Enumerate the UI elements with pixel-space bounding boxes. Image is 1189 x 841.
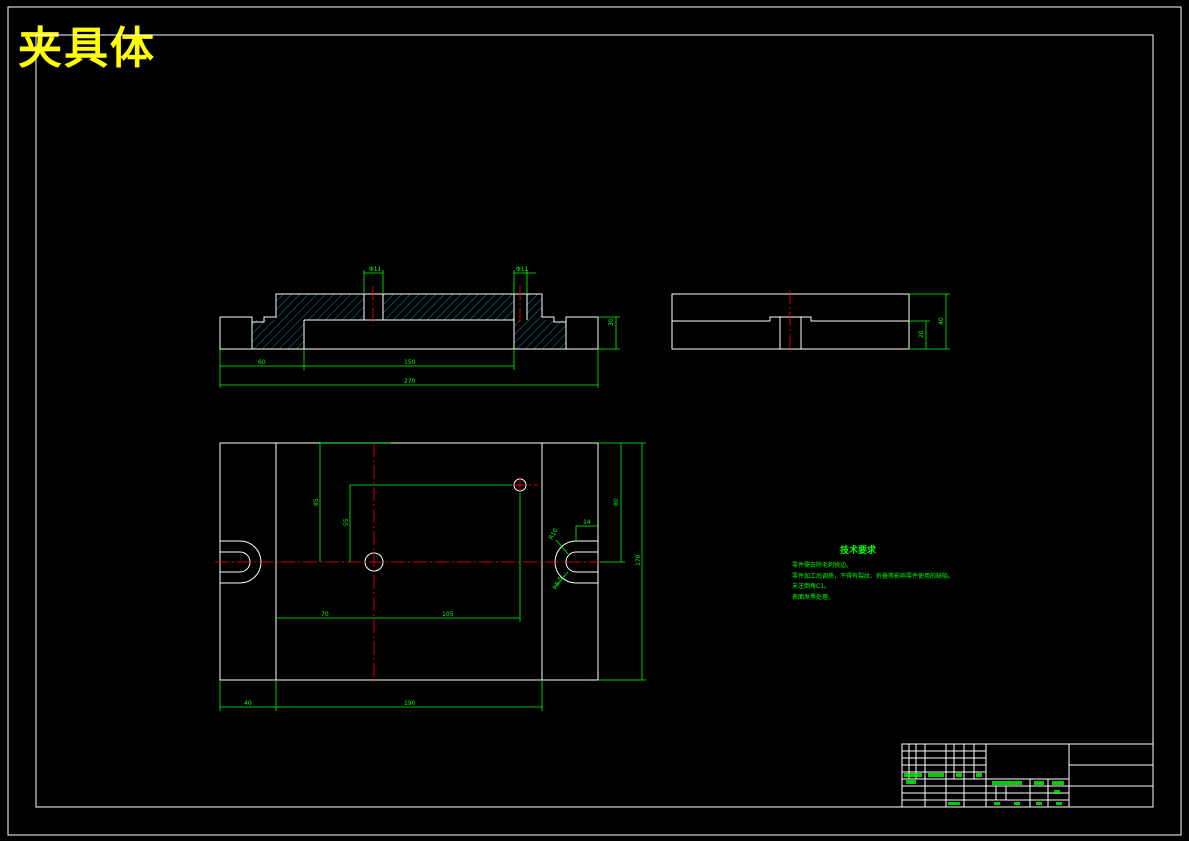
front-view: Φ11 Φ11 60 150 270 30 <box>219 266 620 388</box>
tech-line-2: 零件加工后调质，不得有裂纹、折叠等影响零件使用的缺陷。 <box>792 572 954 580</box>
dim-right-height: 30 <box>608 318 615 326</box>
tech-line-3: 未注倒角C1。 <box>792 582 830 590</box>
tech-heading: 技术要求 <box>840 544 877 556</box>
tech-line-1: 零件需去除毛刺锐边。 <box>792 561 852 569</box>
dim-bottom-left: 40 <box>244 700 252 707</box>
dim-hole-left: Φ11 <box>369 266 382 273</box>
dim-hor-a: 70 <box>321 611 329 618</box>
section-hatch-left <box>252 294 364 349</box>
tech-line-4: 表面发黑处理。 <box>792 593 834 601</box>
side-view: 40 20 <box>671 290 950 352</box>
title-block <box>901 743 1154 808</box>
dim-side-total-height: 40 <box>938 317 945 325</box>
dim-hor-b: 105 <box>442 611 454 618</box>
dim-bottom-mid: 190 <box>404 700 416 707</box>
dim-vert-b: 55 <box>343 518 350 526</box>
section-hatch-center <box>383 294 514 320</box>
drawing-canvas: Φ11 Φ11 60 150 270 30 40 20 85 55 70 105… <box>7 6 1182 836</box>
top-view: 85 55 70 105 80 170 14 R10 R5.5 40 190 <box>215 442 646 711</box>
dim-mid-width: 150 <box>404 359 416 366</box>
dim-right-height-a: 80 <box>613 498 620 506</box>
dim-side-lower-height: 20 <box>918 330 925 338</box>
dim-total-width: 270 <box>404 378 416 385</box>
outer-frame <box>7 6 1182 836</box>
dim-slot-r1: R10 <box>548 527 560 541</box>
dim-hole-right: Φ11 <box>516 266 529 273</box>
dim-right-height-b: 170 <box>635 554 642 566</box>
dim-slot-width: 14 <box>583 519 591 526</box>
inner-frame <box>35 34 1154 808</box>
dim-vert-a: 85 <box>313 498 320 506</box>
tech-requirements: 技术要求 零件需去除毛刺锐边。 零件加工后调质，不得有裂纹、折叠等影响零件使用的… <box>792 544 954 601</box>
dim-left-step: 60 <box>258 359 266 366</box>
